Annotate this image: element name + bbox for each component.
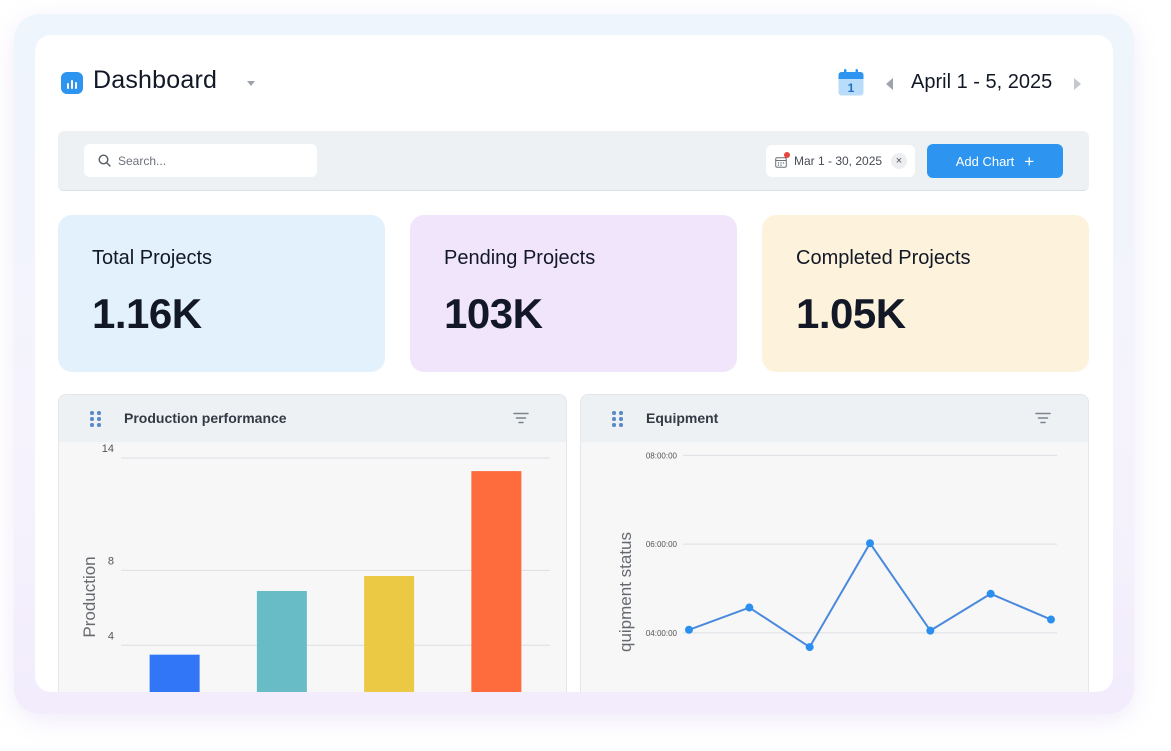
- dashboard-logo-icon: [61, 72, 83, 94]
- filter-icon[interactable]: [1035, 412, 1051, 424]
- data-point: [926, 626, 935, 635]
- stat-value: 1.05K: [796, 290, 906, 337]
- bar: [149, 654, 200, 692]
- dashboard-panel: Dashboard 1 April 1 - 5, 2025 Search... …: [35, 35, 1113, 692]
- data-point: [866, 539, 874, 548]
- y-tick-label: 4: [108, 630, 114, 642]
- chart-title: Equipment: [646, 410, 719, 426]
- stat-label: Completed Projects: [796, 247, 971, 269]
- date-filter-chip[interactable]: Mar 1 - 30, 2025 ×: [766, 145, 915, 177]
- chart-header: Equipment: [581, 395, 1088, 442]
- date-chip-label: Mar 1 - 30, 2025: [794, 154, 883, 168]
- stat-card-pending-projects[interactable]: Pending Projects 103K: [410, 215, 737, 372]
- title-dropdown-icon[interactable]: [247, 81, 255, 86]
- y-tick-label: 06:00:00: [646, 540, 678, 549]
- stat-card-total-projects[interactable]: Total Projects 1.16K: [58, 215, 385, 372]
- filter-icon[interactable]: [513, 412, 529, 424]
- clear-date-close-icon[interactable]: ×: [891, 153, 907, 169]
- drag-handle-icon[interactable]: [612, 411, 624, 427]
- search-icon: [98, 154, 111, 167]
- calendar-day-number: 1: [848, 81, 855, 95]
- data-point: [805, 643, 814, 652]
- calendar-icon[interactable]: 1: [838, 69, 864, 96]
- search-box[interactable]: [84, 144, 317, 177]
- y-tick-label: 14: [102, 443, 114, 455]
- search-input[interactable]: [118, 153, 298, 168]
- y-tick-label: 08:00:00: [646, 451, 678, 460]
- data-point: [1047, 615, 1055, 624]
- equipment-chart-panel: Equipment 04:00:00 06:00:00 08:00:00 quipme…: [580, 394, 1089, 692]
- data-point: [685, 625, 693, 634]
- bar: [364, 576, 415, 692]
- toolbar: Mar 1 - 30, 2025 × Add Chart +: [58, 131, 1089, 191]
- stat-value: 103K: [444, 290, 543, 337]
- date-range-title: April 1 - 5, 2025: [911, 71, 1053, 93]
- y-tick-label: 8: [108, 555, 114, 567]
- production-chart-panel: Production performance 4 8 14 Production: [58, 394, 567, 692]
- series-line: [688, 541, 1052, 649]
- notification-dot: [784, 152, 790, 158]
- data-point: [986, 589, 995, 598]
- stat-value: 1.16K: [92, 290, 202, 337]
- bar: [256, 590, 307, 692]
- next-date-arrow-icon[interactable]: [1074, 78, 1081, 90]
- plus-icon: +: [1024, 151, 1035, 171]
- y-tick-label: 04:00:00: [646, 629, 678, 638]
- chart-title: Production performance: [124, 410, 287, 426]
- stat-label: Total Projects: [92, 247, 213, 269]
- drag-handle-icon[interactable]: [90, 411, 102, 427]
- add-chart-button[interactable]: Add Chart +: [927, 144, 1063, 178]
- prev-date-arrow-icon[interactable]: [886, 78, 893, 90]
- stat-label: Pending Projects: [444, 247, 596, 269]
- y-axis-label: quipment status: [616, 532, 635, 652]
- add-chart-label: Add Chart: [955, 153, 1015, 169]
- equipment-line-chart: 04:00:00 06:00:00 08:00:00 quipment status: [616, 451, 1057, 652]
- y-axis-label: Production: [80, 556, 99, 637]
- page-title: Dashboard: [93, 66, 218, 94]
- chart-header: Production performance: [59, 395, 566, 442]
- data-point: [745, 603, 754, 612]
- stat-card-completed-projects[interactable]: Completed Projects 1.05K: [762, 215, 1089, 372]
- production-bar-chart: 4 8 14 Production: [80, 443, 550, 692]
- chip-calendar-icon: [775, 152, 790, 168]
- bar: [471, 471, 522, 692]
